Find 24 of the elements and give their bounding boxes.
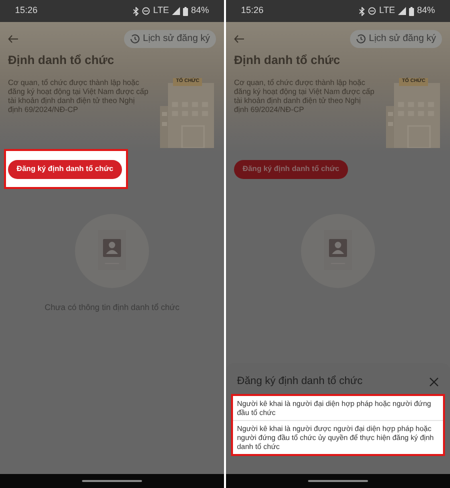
close-icon[interactable] [429,376,439,387]
sheet-title: Đăng ký định danh tổ chức [237,374,363,389]
status-time: 15:26 [15,4,38,18]
history-clock-icon [130,34,140,44]
status-time: 15:26 [241,4,264,18]
page-title: Định danh tổ chức [7,52,116,69]
history-button[interactable]: Lịch sử đăng ký [124,30,216,48]
history-button[interactable]: Lịch sử đăng ký [350,30,442,48]
network-label: LTE [153,4,169,18]
battery-icon [182,6,188,16]
signal-icon [172,7,180,15]
do-not-disturb-icon [368,7,376,15]
history-clock-icon [356,34,366,44]
network-label: LTE [379,4,395,18]
battery-percent: 84% [416,4,435,18]
do-not-disturb-icon [142,7,150,15]
signal-icon [398,7,406,15]
back-arrow-icon[interactable] [234,35,244,43]
back-arrow-icon[interactable] [8,35,18,43]
battery-icon [408,6,414,16]
bluetooth-icon [133,6,140,16]
battery-percent: 84% [190,4,209,18]
page-title: Định danh tổ chức [233,52,342,69]
bluetooth-icon [359,6,366,16]
